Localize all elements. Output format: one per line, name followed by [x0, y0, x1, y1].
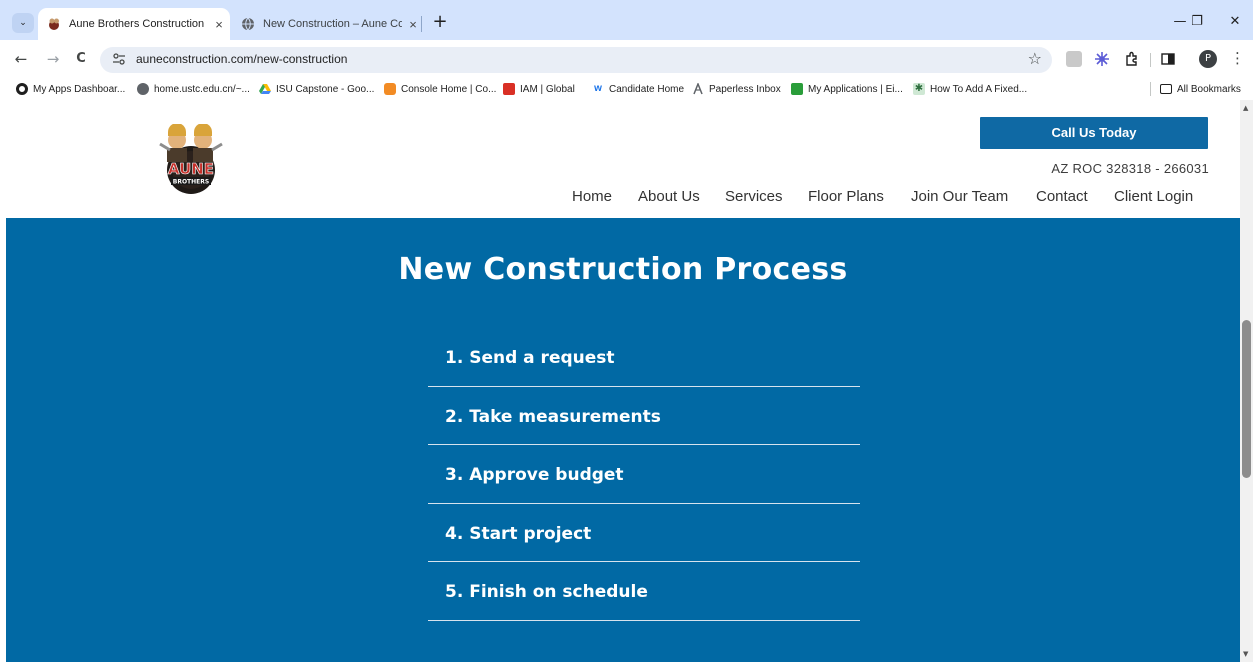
nav-client-login[interactable]: Client Login: [1114, 188, 1193, 205]
bookmark-item[interactable]: w Candidate Home: [592, 81, 684, 97]
folder-icon: [1160, 84, 1172, 94]
process-step[interactable]: 5. Finish on schedule: [428, 562, 860, 621]
process-step[interactable]: 2. Take measurements: [428, 387, 860, 445]
step-label: 5. Finish on schedule: [445, 582, 648, 602]
bookmark-label: My Apps Dashboar...: [33, 83, 126, 95]
restore-button[interactable]: ❐: [1179, 10, 1215, 34]
all-bookmarks-button[interactable]: All Bookmarks: [1160, 81, 1241, 97]
bookmark-label: All Bookmarks: [1177, 83, 1241, 95]
nav-home[interactable]: Home: [572, 188, 612, 205]
step-label: 3. Approve budget: [445, 465, 624, 485]
google-drive-icon: [259, 83, 271, 95]
bookmark-item[interactable]: Console Home | Co...: [384, 81, 496, 97]
aune-brothers-logo[interactable]: AUNE BROTHERS: [158, 123, 224, 196]
globe-icon: [241, 17, 255, 31]
site-info-icon[interactable]: [110, 52, 128, 68]
scrollbar-thumb[interactable]: [1242, 320, 1251, 478]
tab-divider: [421, 16, 422, 32]
process-step[interactable]: 4. Start project: [428, 504, 860, 562]
nav-services[interactable]: Services: [725, 188, 783, 205]
main-nav: Home About Us Services Floor Plans Join …: [0, 188, 1240, 208]
bookmark-label: home.ustc.edu.cn/~...: [154, 83, 250, 95]
step-label: 1. Send a request: [445, 348, 615, 368]
applications-icon: [791, 83, 803, 95]
bookmark-item[interactable]: My Apps Dashboar...: [16, 81, 125, 97]
tab-search-button[interactable]: ⌄: [12, 13, 34, 33]
tab-title: Aune Brothers Construction: [69, 18, 205, 30]
tab-title: New Construction – Aune Cons: [263, 18, 402, 30]
page-scrollbar[interactable]: ▲ ▼: [1240, 100, 1253, 662]
browser-menu-icon[interactable]: ⋮: [1230, 49, 1245, 67]
bookmarks-bar: My Apps Dashboar... home.ustc.edu.cn/~..…: [0, 78, 1253, 100]
toolbar-divider: [1150, 53, 1151, 67]
circle-icon: [16, 83, 28, 95]
step-label: 2. Take measurements: [445, 406, 661, 427]
process-steps: 1. Send a request 2. Take measurements 3…: [428, 328, 860, 621]
logo-subtext: BROTHERS: [173, 179, 209, 186]
bookmark-label: ISU Capstone - Goo...: [276, 83, 375, 95]
tab-new-construction[interactable]: New Construction – Aune Cons ×: [232, 8, 424, 40]
section-title: New Construction Process: [398, 252, 848, 287]
browser-window: ⌄ Aune Brothers Construction × New Const…: [0, 0, 1253, 662]
bookmark-star-icon[interactable]: ☆: [1028, 49, 1042, 68]
bookmark-item[interactable]: home.ustc.edu.cn/~...: [137, 81, 250, 97]
logo-wordmark: AUNE: [168, 160, 214, 178]
tab-strip: ⌄ Aune Brothers Construction × New Const…: [0, 0, 1253, 40]
url-text[interactable]: auneconstruction.com/new-construction: [136, 52, 347, 66]
site-header: AUNE BROTHERS Call Us Today AZ ROC 32831…: [0, 100, 1240, 218]
bookmark-item[interactable]: ISU Capstone - Goo...: [259, 81, 374, 97]
process-section: New Construction Process 1. Send a reque…: [6, 218, 1240, 662]
bookmark-label: How To Add A Fixed...: [930, 83, 1028, 95]
globe-icon: [137, 83, 149, 95]
bookmark-item[interactable]: Paperless Inbox: [692, 81, 781, 97]
scroll-up-icon[interactable]: ▲: [1243, 104, 1248, 112]
bookmark-star-icon: ✱: [913, 83, 925, 95]
process-step[interactable]: 3. Approve budget: [428, 445, 860, 504]
address-bar[interactable]: auneconstruction.com/new-construction ☆: [100, 47, 1052, 73]
bookmark-item[interactable]: IAM | Global: [503, 81, 575, 97]
profile-avatar[interactable]: P: [1199, 50, 1217, 68]
browser-toolbar: ← → C auneconstruction.com/new-construct…: [0, 40, 1253, 78]
bookmark-label: Paperless Inbox: [709, 83, 781, 95]
tab-close-icon[interactable]: ×: [208, 17, 230, 32]
tab-aune-brothers[interactable]: Aune Brothers Construction ×: [38, 8, 230, 40]
bookmark-label: My Applications | Ei...: [808, 83, 903, 95]
aws-cube-icon: [384, 83, 396, 95]
bookmark-label: Console Home | Co...: [401, 83, 497, 95]
new-tab-button[interactable]: +: [428, 10, 452, 34]
side-panel-icon[interactable]: [1160, 51, 1176, 67]
nav-join-our-team[interactable]: Join Our Team: [911, 188, 1008, 205]
call-us-button[interactable]: Call Us Today: [980, 117, 1208, 149]
bookmark-item[interactable]: ✱ How To Add A Fixed...: [913, 81, 1027, 97]
reload-button[interactable]: C: [70, 48, 92, 70]
back-button[interactable]: ←: [10, 48, 32, 70]
extension-icon[interactable]: [1066, 51, 1082, 67]
iam-icon: [503, 83, 515, 95]
bookmarks-divider: [1150, 82, 1151, 96]
extension-puzzle-flower-icon[interactable]: [1094, 51, 1110, 67]
forward-button[interactable]: →: [42, 48, 64, 70]
nav-floor-plans[interactable]: Floor Plans: [808, 188, 884, 205]
bookmark-item[interactable]: My Applications | Ei...: [791, 81, 903, 97]
process-step[interactable]: 1. Send a request: [428, 328, 860, 387]
bookmark-label: IAM | Global: [520, 83, 575, 95]
workday-icon: w: [594, 83, 602, 94]
close-window-button[interactable]: ✕: [1217, 10, 1253, 34]
bookmark-label: Candidate Home: [609, 83, 685, 95]
extensions-icon[interactable]: [1124, 51, 1140, 67]
page-viewport: AUNE BROTHERS Call Us Today AZ ROC 32831…: [0, 100, 1253, 662]
nav-contact[interactable]: Contact: [1036, 188, 1088, 205]
step-label: 4. Start project: [445, 523, 592, 544]
scroll-down-icon[interactable]: ▼: [1243, 650, 1248, 658]
nav-about-us[interactable]: About Us: [638, 188, 700, 205]
license-number: AZ ROC 328318 - 266031: [1051, 161, 1209, 176]
paperless-icon: [692, 81, 704, 95]
aune-favicon-icon: [47, 17, 61, 31]
